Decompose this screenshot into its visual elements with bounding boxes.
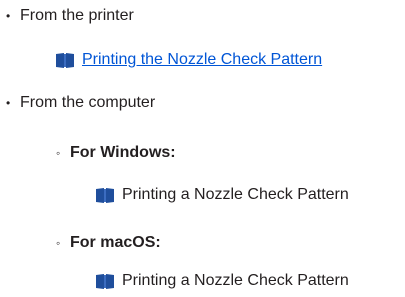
list-item-from-computer: • From the computer bbox=[6, 93, 155, 113]
sub-bullet: ◦ bbox=[56, 236, 61, 250]
reference-text: Printing a Nozzle Check Pattern bbox=[122, 272, 349, 289]
bullet: • bbox=[6, 96, 11, 110]
sub-list-item-label: For macOS: bbox=[70, 234, 161, 251]
reference-text: Printing a Nozzle Check Pattern bbox=[122, 186, 349, 203]
book-icon bbox=[96, 187, 114, 203]
reference-link-row[interactable]: Printing the Nozzle Check Pattern bbox=[56, 50, 322, 70]
sub-list-item-windows: ◦ For Windows: bbox=[56, 143, 176, 163]
book-icon bbox=[96, 273, 114, 289]
list-item-from-printer: • From the printer bbox=[6, 6, 134, 26]
nozzle-check-pattern-link[interactable]: Printing the Nozzle Check Pattern bbox=[82, 50, 322, 70]
book-icon bbox=[56, 52, 74, 68]
list-item-label: From the printer bbox=[20, 7, 134, 24]
sub-list-item-label: For Windows: bbox=[70, 144, 176, 161]
reference-row-macos: Printing a Nozzle Check Pattern bbox=[96, 271, 349, 291]
sub-list-item-macos: ◦ For macOS: bbox=[56, 233, 161, 253]
list-item-label: From the computer bbox=[20, 94, 156, 111]
sub-bullet: ◦ bbox=[56, 146, 61, 160]
reference-row-windows: Printing a Nozzle Check Pattern bbox=[96, 185, 349, 205]
bullet: • bbox=[6, 9, 11, 23]
